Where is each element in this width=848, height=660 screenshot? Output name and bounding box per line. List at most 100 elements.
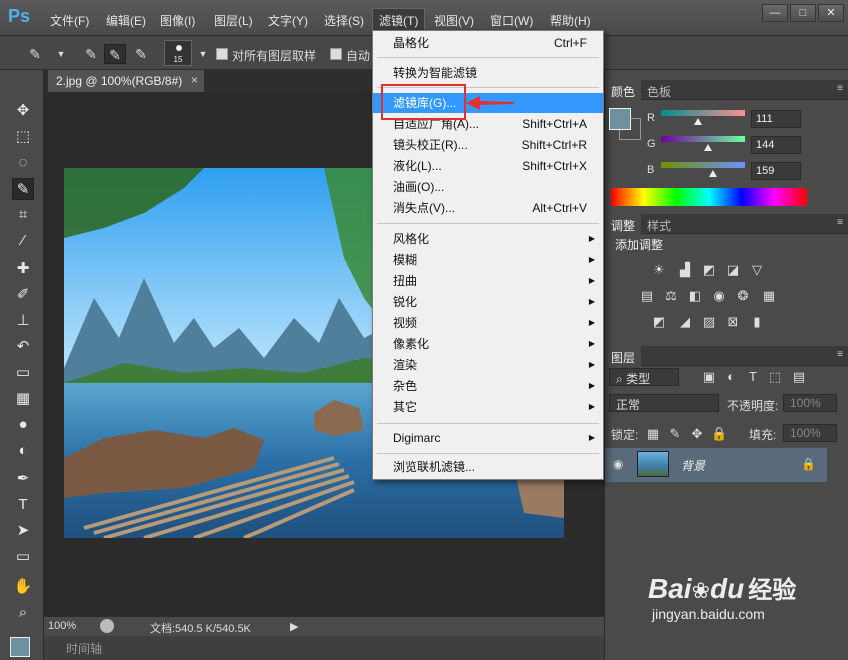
threshold-icon[interactable]: ▨ (701, 314, 717, 330)
menu-window[interactable]: 窗口(W) (490, 12, 533, 29)
lock-transparent-icon[interactable]: ▦ (645, 426, 661, 442)
red-slider-knob[interactable] (693, 118, 702, 125)
tab-adjustments[interactable]: 调整 (605, 214, 642, 234)
opacity-input[interactable]: 100% (783, 394, 837, 412)
menu-item-other[interactable]: 其它 ▶ (373, 397, 603, 417)
menu-edit[interactable]: 编辑(E) (106, 12, 146, 29)
panel-menu-icon[interactable]: ≡ (837, 217, 843, 228)
selective-color-icon[interactable]: ⊠ (725, 314, 741, 330)
red-value-input[interactable]: 111 (751, 110, 801, 128)
filter-smart-object-icon[interactable]: ▤ (791, 369, 807, 385)
close-button[interactable]: ✕ (818, 4, 844, 22)
type-tool-icon[interactable]: T (12, 494, 34, 516)
menu-item-video[interactable]: 视频 ▶ (373, 313, 603, 333)
quick-selection-tool-icon[interactable]: ✎ (12, 178, 34, 200)
green-value-input[interactable]: 144 (751, 136, 801, 154)
brush-mode-icon[interactable]: ✎ (80, 44, 102, 64)
fill-input[interactable]: 100% (783, 424, 837, 442)
lock-pixels-icon[interactable]: ✎ (667, 426, 683, 442)
lasso-tool-icon[interactable]: ◌ (12, 152, 34, 174)
hue-saturation-icon[interactable]: ▤ (639, 288, 655, 304)
menu-layer[interactable]: 图层(L) (214, 12, 253, 29)
menu-item-distort[interactable]: 扭曲 ▶ (373, 271, 603, 291)
eraser-tool-icon[interactable]: ▭ (12, 362, 34, 384)
filter-adjustment-icon[interactable]: ◐ (723, 369, 739, 385)
menu-item-convert-smart-filter[interactable]: 转换为智能滤镜 (373, 63, 603, 83)
dodge-tool-icon[interactable]: ◐ (12, 440, 34, 462)
invert-icon[interactable]: ◩ (651, 314, 667, 330)
healing-brush-tool-icon[interactable]: ✚ (12, 258, 34, 280)
blue-value-input[interactable]: 159 (751, 162, 801, 180)
shape-tool-icon[interactable]: ▭ (12, 546, 34, 568)
eye-icon[interactable]: ◉ (613, 457, 623, 471)
green-slider-knob[interactable] (704, 144, 713, 151)
levels-icon[interactable]: ▟ (677, 262, 693, 278)
tab-swatches[interactable]: 色板 (641, 80, 677, 100)
menu-item-blur[interactable]: 模糊 ▶ (373, 250, 603, 270)
photo-filter-icon[interactable]: ◉ (711, 288, 727, 304)
history-brush-tool-icon[interactable]: ↶ (12, 336, 34, 358)
maximize-button[interactable]: □ (790, 4, 816, 22)
filter-shape-icon[interactable]: ⬚ (767, 369, 783, 385)
foreground-color-swatch[interactable] (609, 108, 631, 130)
menu-type[interactable]: 文字(Y) (268, 12, 308, 29)
blur-tool-icon[interactable]: ● (12, 414, 34, 436)
zoom-tool-icon[interactable]: ⌕ (12, 602, 34, 624)
posterize-icon[interactable]: ◢ (677, 314, 693, 330)
blend-mode-select[interactable]: 正常 (609, 394, 719, 412)
menu-image[interactable]: 图像(I) (160, 12, 195, 29)
status-info-icon[interactable] (100, 619, 114, 633)
document-tab[interactable]: 2.jpg @ 100%(RGB/8#) × (48, 70, 204, 92)
green-slider[interactable] (661, 136, 745, 142)
play-icon[interactable]: ▶ (290, 620, 298, 633)
pen-tool-icon[interactable]: ✒ (12, 468, 34, 490)
gradient-tool-icon[interactable]: ▦ (12, 388, 34, 410)
move-tool-icon[interactable]: ✥ (12, 100, 34, 122)
brush-add-mode-icon[interactable]: ✎ (104, 44, 126, 64)
layer-row-background[interactable]: ◉ 背景 🔒 (605, 448, 827, 482)
lock-all-icon[interactable]: 🔒 (711, 426, 727, 442)
brush-tool-icon[interactable]: ✐ (12, 284, 34, 306)
brush-tool-preset-icon[interactable]: ✎ (24, 44, 46, 64)
panel-menu-icon[interactable]: ≡ (837, 83, 843, 94)
menu-item-render[interactable]: 渲染 ▶ (373, 355, 603, 375)
crop-tool-icon[interactable]: ⌗ (12, 204, 34, 226)
eyedropper-tool-icon[interactable]: ⁄ (12, 230, 34, 252)
menu-item-lens-correction[interactable]: 镜头校正(R)... Shift+Ctrl+R (373, 135, 603, 155)
menu-help[interactable]: 帮助(H) (550, 12, 591, 29)
filter-pixel-icon[interactable]: ▣ (701, 369, 717, 385)
minimize-button[interactable]: — (762, 4, 788, 22)
menu-view[interactable]: 视图(V) (434, 12, 474, 29)
close-icon[interactable]: × (191, 73, 198, 87)
menu-file[interactable]: 文件(F) (50, 12, 89, 29)
color-balance-icon[interactable]: ⚖ (663, 288, 679, 304)
menu-item-noise[interactable]: 杂色 ▶ (373, 376, 603, 396)
menu-item-digimarc[interactable]: Digimarc ▶ (373, 428, 603, 448)
menu-item-crystallize[interactable]: 晶格化 Ctrl+F (373, 33, 603, 53)
filter-type-icon[interactable]: T (745, 369, 761, 385)
hand-tool-icon[interactable]: ✋ (12, 576, 34, 598)
menu-item-browse-filters-online[interactable]: 浏览联机滤镜... (373, 457, 603, 477)
menu-item-stylize[interactable]: 风格化 ▶ (373, 229, 603, 249)
color-lookup-icon[interactable]: ▦ (761, 288, 777, 304)
tab-color[interactable]: 颜色 (605, 80, 642, 100)
vibrance-icon[interactable]: ▽ (749, 262, 765, 278)
menu-select[interactable]: 选择(S) (324, 12, 364, 29)
tab-styles[interactable]: 样式 (641, 214, 677, 234)
tab-layers[interactable]: 图层 (605, 346, 642, 366)
black-white-icon[interactable]: ◧ (687, 288, 703, 304)
brush-size-picker[interactable]: 15 (164, 40, 192, 66)
blue-slider-knob[interactable] (709, 170, 718, 177)
chevron-down-icon[interactable]: ▼ (192, 44, 214, 64)
brush-subtract-icon[interactable]: ✎ (130, 44, 152, 64)
gradient-map-icon[interactable]: ▮ (749, 314, 765, 330)
path-selection-tool-icon[interactable]: ➤ (12, 520, 34, 542)
layer-filter-select[interactable]: ⌕ 类型 (609, 368, 679, 386)
lock-position-icon[interactable]: ✥ (689, 426, 705, 442)
chevron-down-icon[interactable]: ▼ (50, 44, 72, 64)
exposure-icon[interactable]: ◪ (725, 262, 741, 278)
curves-icon[interactable]: ◩ (701, 262, 717, 278)
blue-slider[interactable] (661, 162, 745, 168)
brightness-contrast-icon[interactable]: ☀ (651, 262, 667, 278)
color-spectrum-bar[interactable] (611, 188, 807, 206)
